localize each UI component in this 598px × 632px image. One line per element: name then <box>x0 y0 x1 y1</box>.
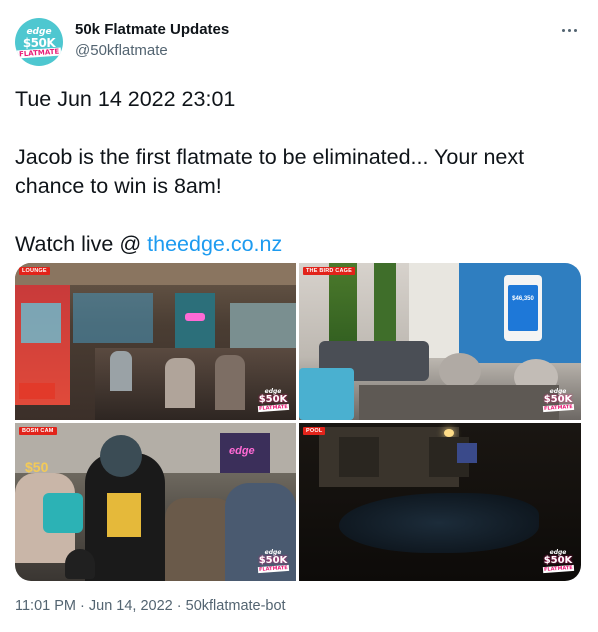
bosh-cam-bottle <box>65 549 95 579</box>
lounge-person-2 <box>165 358 195 408</box>
user-handle[interactable]: @50kflatmate <box>75 42 168 59</box>
bosh-cam-beanie <box>100 435 142 477</box>
bosh-cam-tshirt-print <box>107 493 141 537</box>
edge-watermark: edge $50K FLATMATE <box>541 386 575 414</box>
lounge-person-3 <box>215 355 245 410</box>
media-tile-lounge[interactable]: LOUNGE edge $50K FLATMATE <box>15 263 296 420</box>
tweet-line-watch: Watch live @ theedge.co.nz <box>15 230 583 259</box>
bird-cage-rug <box>359 385 559 420</box>
tweet-time[interactable]: 11:01 PM <box>15 598 76 614</box>
bird-cage-phone-amount: $46,350 <box>512 296 534 302</box>
media-tile-bosh-cam[interactable]: edge $50 BOSH CAM edge $50K FLATMATE <box>15 423 296 581</box>
avatar-logo-line2: $50K <box>22 35 56 50</box>
bosh-cam-cushion <box>43 493 83 533</box>
watermark-line3: FLATMATE <box>542 403 574 413</box>
cam-label-pool: POOL <box>303 427 326 435</box>
meta-separator: · <box>76 598 89 614</box>
tweet-line-next-chance: chance to win is 8am! <box>15 174 222 198</box>
watermark-line3: FLATMATE <box>542 564 574 574</box>
bird-cage-blue-chair <box>299 368 354 420</box>
watermark-line3: FLATMATE <box>257 564 289 574</box>
media-grid[interactable]: LOUNGE edge $50K FLATMATE $46,350 THE BI… <box>15 263 581 581</box>
tweet-header: edge $50K FLATMATE 50k Flatmate Updates … <box>15 16 585 68</box>
meta-separator: · <box>172 598 186 614</box>
pool-light <box>444 429 454 437</box>
cam-label-bosh-cam: BOSH CAM <box>19 427 57 435</box>
edge-watermark: edge $50K FLATMATE <box>256 547 290 575</box>
bird-cage-plant-wallpaper-2 <box>374 263 396 343</box>
edge-watermark: edge $50K FLATMATE <box>256 386 290 414</box>
pool-blue-light <box>457 443 477 463</box>
lounge-wall-panel <box>175 293 215 353</box>
pool-water <box>339 493 539 553</box>
lounge-edge-box <box>19 383 55 399</box>
more-icon[interactable] <box>557 22 581 38</box>
cam-label-bird-cage: THE BIRD CAGE <box>303 267 355 275</box>
tweet-link[interactable]: theedge.co.nz <box>147 232 282 256</box>
lounge-machine-screen <box>21 303 61 343</box>
lounge-ceiling <box>15 263 296 285</box>
tweet-line-elimination: Jacob is the first flatmate to be elimin… <box>15 145 525 169</box>
watermark-line3: FLATMATE <box>257 403 289 413</box>
tweet-metadata: 11:01 PM · Jun 14, 2022 · 50kflatmate-bo… <box>15 598 286 614</box>
avatar[interactable]: edge $50K FLATMATE <box>15 18 63 66</box>
edge-watermark: edge $50K FLATMATE <box>541 547 575 575</box>
watch-live-prefix: Watch live @ <box>15 232 148 256</box>
tweet-source[interactable]: 50kflatmate-bot <box>186 598 286 614</box>
media-tile-pool[interactable]: POOL edge $50K FLATMATE <box>299 423 581 581</box>
bird-cage-beanbag-1 <box>439 353 481 389</box>
tweet-text: Tue Jun 14 2022 23:01 Jacob is the first… <box>15 85 583 259</box>
lounge-neon-sign <box>185 313 205 321</box>
tweet-line-datetime: Tue Jun 14 2022 23:01 <box>15 87 236 111</box>
bird-cage-phone-screen <box>508 285 538 331</box>
pool-window <box>339 437 379 477</box>
media-tile-bird-cage[interactable]: $46,350 THE BIRD CAGE edge $50K FLATMATE <box>299 263 581 420</box>
tweet-date[interactable]: Jun 14, 2022 <box>89 598 173 614</box>
bosh-cam-neon-sign: edge <box>229 445 255 457</box>
cam-label-lounge: LOUNGE <box>19 267 50 275</box>
lounge-kitchen <box>73 293 153 343</box>
lounge-person-1 <box>110 351 132 391</box>
display-name[interactable]: 50k Flatmate Updates <box>75 21 229 38</box>
